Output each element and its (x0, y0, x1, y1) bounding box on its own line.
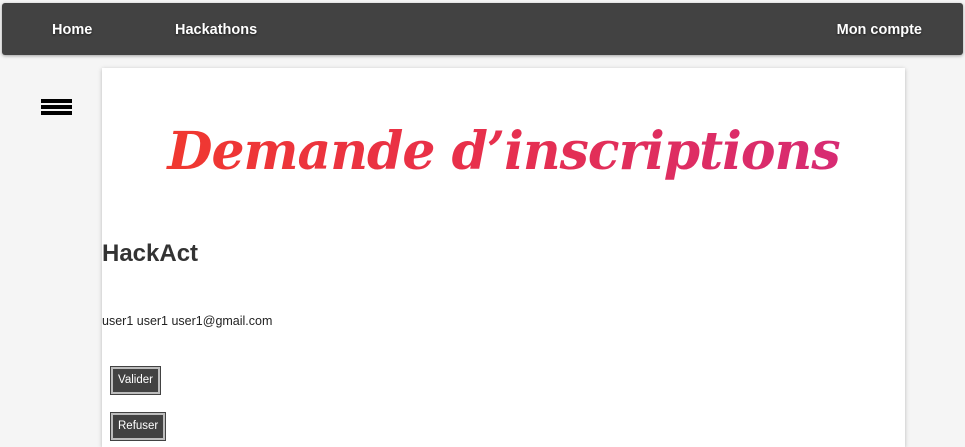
menu-bar (41, 105, 72, 109)
hackathon-name: HackAct (102, 240, 199, 267)
nav-home-link[interactable]: Home (52, 3, 92, 55)
refuse-button[interactable]: Refuser (109, 412, 167, 441)
registration-request-info: user1 user1 user1@gmail.com (102, 314, 273, 328)
nav-hackathons-link[interactable]: Hackathons (175, 3, 257, 55)
hamburger-menu-icon[interactable] (41, 99, 72, 119)
nav-account-link[interactable]: Mon compte (837, 3, 922, 55)
menu-bar (41, 111, 72, 115)
validate-button[interactable]: Valider (110, 366, 161, 395)
page-title: Demande d’inscriptions (102, 112, 905, 192)
menu-bar (41, 99, 72, 103)
main-card: Demande d’inscriptions HackAct user1 use… (102, 68, 905, 447)
top-navbar: Home Hackathons Mon compte (2, 3, 963, 55)
